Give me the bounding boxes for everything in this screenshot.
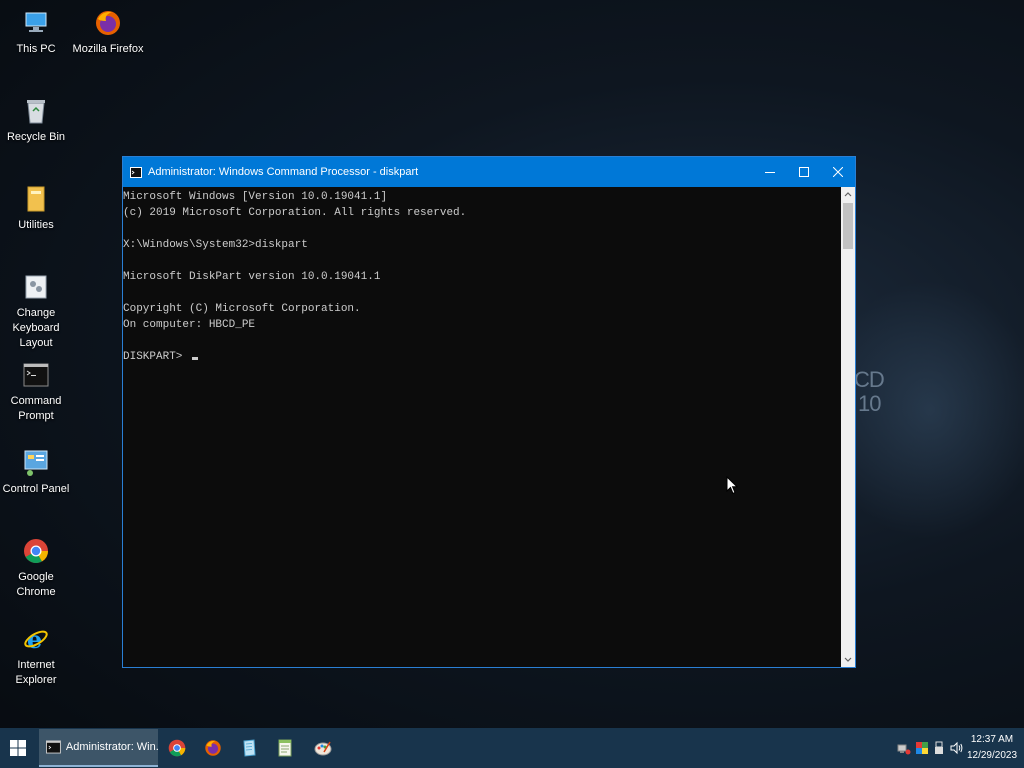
- taskbar-item-command-prompt[interactable]: Administrator: Win...: [39, 729, 158, 767]
- mouse-pointer-icon: [726, 476, 738, 495]
- console-prompt-line[interactable]: DISKPART>: [123, 349, 841, 365]
- console-line: Microsoft DiskPart version 10.0.19041.1: [123, 271, 381, 283]
- desktop-icon-label: Google Chrome: [16, 571, 56, 598]
- console-line: On computer: HBCD_PE: [123, 319, 256, 331]
- this-pc-icon: [21, 8, 51, 38]
- desktop-icon-recycle-bin[interactable]: Recycle Bin: [0, 96, 72, 145]
- scroll-up-button[interactable]: [841, 187, 855, 201]
- chevron-up-icon: [844, 192, 852, 197]
- taskbar-app-chrome[interactable]: [159, 728, 195, 768]
- desktop-icon-label: Internet Explorer: [15, 659, 57, 686]
- desktop-icon-utilities[interactable]: Utilities: [0, 184, 72, 233]
- command-prompt-window[interactable]: Administrator: Windows Command Processor…: [122, 156, 856, 668]
- command-prompt-icon: [130, 166, 142, 178]
- minimize-icon: [765, 172, 775, 173]
- console-line: Microsoft Windows [Version 10.0.19041.1]: [123, 191, 388, 203]
- file-explorer-icon: [243, 739, 256, 757]
- keyboard-layout-icon: [21, 272, 51, 302]
- window-titlebar[interactable]: Administrator: Windows Command Processor…: [123, 157, 855, 187]
- control-panel-icon: [21, 448, 51, 478]
- desktop-icon-this-pc[interactable]: This PC: [0, 8, 72, 57]
- desktop-icon-label: This PC: [16, 43, 56, 55]
- clock-time: 12:37 AM: [970, 734, 1014, 745]
- taskbar-app-paint[interactable]: [305, 728, 341, 768]
- wallpaper-logo-text: CD 10: [854, 367, 885, 416]
- desktop-icon-label: Utilities: [18, 219, 54, 231]
- desktop-icon-internet-explorer[interactable]: e Internet Explorer: [0, 624, 72, 688]
- paint-icon: [314, 741, 332, 756]
- tray-color[interactable]: [914, 728, 930, 768]
- firefox-icon: [205, 740, 221, 756]
- minimize-button[interactable]: [753, 157, 787, 187]
- console-line: Copyright (C) Microsoft Corporation.: [123, 303, 361, 315]
- firefox-icon: [93, 8, 123, 38]
- chrome-icon: [21, 536, 51, 566]
- taskbar-item-label: Administrator: Win...: [65, 741, 158, 753]
- desktop-icon-label: Command Prompt: [10, 395, 62, 422]
- tray-usb[interactable]: [932, 728, 946, 768]
- console-line: (c) 2019 Microsoft Corporation. All righ…: [123, 207, 467, 219]
- clock-date: 12/29/2023: [966, 750, 1018, 761]
- desktop-icon-change-keyboard-layout[interactable]: Change Keyboard Layout: [0, 272, 72, 351]
- folder-icon: [21, 184, 51, 214]
- internet-explorer-icon: e: [21, 624, 51, 654]
- desktop-icon-label: Control Panel: [2, 483, 70, 495]
- desktop-icon-firefox[interactable]: Mozilla Firefox: [72, 8, 144, 57]
- wallpaper-text-line2: 10: [858, 391, 881, 416]
- start-button[interactable]: [0, 728, 36, 768]
- desktop-icons: This PC Mozilla Firefox Recycle Bin Util…: [0, 0, 143, 728]
- svg-text:e: e: [27, 626, 42, 652]
- command-prompt-icon: [21, 360, 51, 390]
- tray-network[interactable]: [896, 728, 912, 768]
- notepad-icon: [278, 739, 292, 757]
- color-icon: [916, 742, 928, 754]
- usb-icon: [935, 741, 943, 754]
- desktop-icon-google-chrome[interactable]: Google Chrome: [0, 536, 72, 600]
- wallpaper-text-line1: CD: [854, 367, 885, 392]
- desktop-icon-command-prompt[interactable]: Command Prompt: [0, 360, 72, 424]
- desktop-icon-control-panel[interactable]: Control Panel: [0, 448, 72, 497]
- chrome-icon: [168, 739, 186, 757]
- console-output[interactable]: Microsoft Windows [Version 10.0.19041.1]…: [123, 187, 841, 667]
- windows-logo-icon: [10, 740, 26, 756]
- diskpart-prompt: DISKPART>: [123, 351, 190, 363]
- recycle-bin-icon: [21, 96, 51, 126]
- taskbar-app-file-explorer[interactable]: [231, 728, 267, 768]
- vertical-scrollbar[interactable]: [841, 187, 855, 667]
- taskbar-app-notepad[interactable]: [267, 728, 303, 768]
- close-icon: [833, 167, 843, 177]
- desktop-icon-label: Mozilla Firefox: [72, 43, 144, 55]
- scroll-thumb[interactable]: [843, 203, 853, 249]
- desktop-icon-label: Change Keyboard Layout: [12, 307, 60, 349]
- window-title: Administrator: Windows Command Processor…: [148, 166, 419, 178]
- maximize-icon: [799, 167, 809, 177]
- scroll-down-button[interactable]: [841, 653, 855, 667]
- desktop-icon-label: Recycle Bin: [6, 131, 66, 143]
- chevron-down-icon: [844, 657, 852, 662]
- command-prompt-icon: [46, 740, 61, 754]
- console-line: X:\Windows\System32>diskpart: [123, 239, 308, 251]
- text-cursor: [192, 357, 199, 360]
- maximize-button[interactable]: [787, 157, 821, 187]
- taskbar-app-firefox[interactable]: [195, 728, 231, 768]
- taskbar-clock[interactable]: 12:37 AM 12/29/2023: [962, 732, 1022, 764]
- taskbar: Administrator: Win... 12:37 AM 12/29/202…: [0, 728, 1024, 768]
- close-button[interactable]: [821, 157, 855, 187]
- network-icon: [897, 744, 911, 755]
